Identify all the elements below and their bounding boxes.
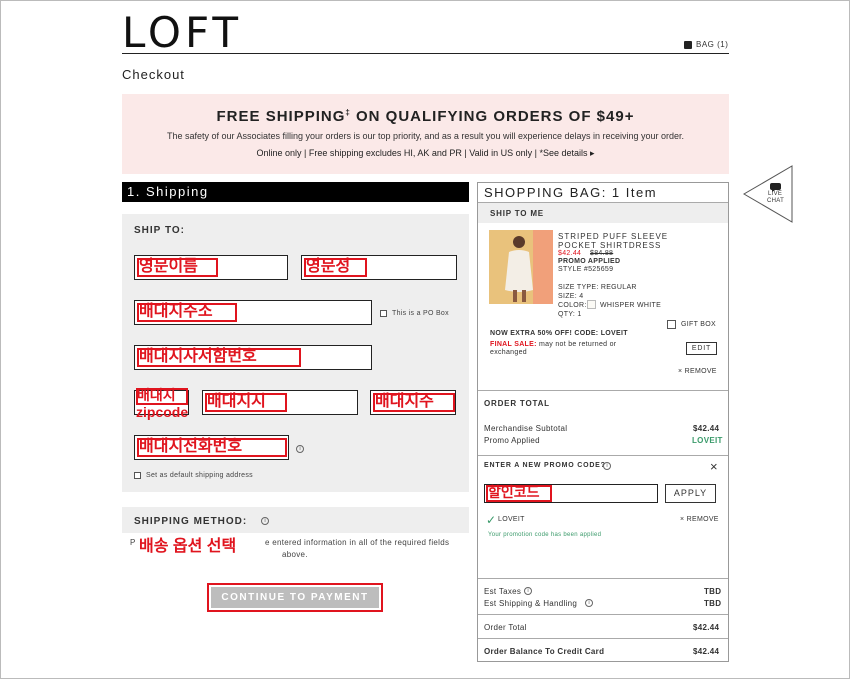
color-swatch — [587, 300, 596, 309]
original-price: $84.88 — [590, 250, 614, 257]
bag-icon — [684, 40, 692, 49]
check-icon: ✓ — [486, 513, 497, 527]
taxes-info-icon[interactable]: i — [524, 587, 532, 595]
balance-divider — [478, 638, 728, 639]
promo-applied-label: Promo Applied — [484, 436, 540, 445]
default-address-label: Set as default shipping address — [146, 472, 253, 479]
order-total-value: $42.44 — [693, 623, 720, 632]
banner-notice: The safety of our Associates filling you… — [166, 131, 685, 141]
banner-headline: FREE SHIPPING‡ ON QUALIFYING ORDERS OF $… — [216, 108, 635, 125]
live-chat-line1: LIVE — [768, 191, 783, 197]
final-sale-notice-2: exchanged — [490, 349, 527, 356]
po-box-checkbox[interactable] — [380, 310, 387, 317]
zip-annotation-line2: zipcode — [136, 404, 189, 420]
sale-price: $42.44 — [558, 250, 582, 257]
address-annotation: 배대지주소 — [139, 303, 213, 320]
promo-info-icon[interactable]: i — [603, 462, 611, 470]
promo-prompt: ENTER A NEW PROMO CODE? — [484, 462, 606, 469]
merch-subtotal-value: $42.44 — [693, 424, 720, 433]
shipping-method-annotation: 배송 옵션 선택 — [137, 538, 239, 556]
color-value: WHISPER WHITE — [600, 302, 662, 309]
balance-value: $42.44 — [693, 647, 720, 656]
order-total-heading: ORDER TOTAL — [484, 399, 550, 408]
promo-banner: FREE SHIPPING‡ ON QUALIFYING ORDERS OF $… — [122, 94, 729, 174]
final-sale-notice: FINAL SALE: may not be returned or — [490, 341, 617, 348]
banner-details-link[interactable]: Online only | Free shipping excludes HI,… — [122, 148, 729, 159]
header-divider — [122, 53, 729, 54]
suite-annotation: 배대지사서함번호 — [139, 348, 257, 365]
size-type: SIZE TYPE: REGULAR — [558, 284, 637, 291]
method-note-prefix: P — [130, 538, 136, 547]
default-address-checkbox[interactable] — [134, 472, 141, 479]
bag-label: BAG (1) — [696, 40, 729, 49]
est-shipping-label: Est Shipping & Handling — [484, 599, 578, 608]
applied-promo-code: LOVEIT — [498, 516, 525, 523]
zip-annotation-line1: 배대지 — [137, 387, 176, 403]
loft-logo[interactable]: LOFT — [122, 8, 242, 57]
last-name-annotation: 영문성 — [306, 258, 351, 275]
method-note: e entered information in all of the requ… — [265, 538, 450, 547]
promo-annotation: 할인코드 — [488, 484, 540, 500]
promo-applied-value: LOVEIT — [692, 436, 723, 445]
shipping-info-icon[interactable]: i — [585, 599, 593, 607]
shopping-bag-title: SHOPPING BAG: 1 Item — [484, 185, 658, 200]
promo-divider — [478, 455, 728, 456]
product-name-2[interactable]: POCKET SHIRTDRESS — [558, 241, 661, 250]
page-title: Checkout — [122, 67, 185, 82]
continue-to-payment-button[interactable]: CONTINUE TO PAYMENT — [207, 583, 383, 612]
promo-success-message: Your promotion code has been applied — [488, 532, 602, 538]
remove-item-button[interactable]: × REMOVE — [678, 368, 717, 375]
close-icon: × — [678, 368, 685, 375]
method-note-end: above. — [282, 550, 308, 559]
style-number: STYLE #525659 — [558, 266, 614, 273]
remove-promo-button[interactable]: × REMOVE — [680, 516, 719, 523]
first-name-annotation: 영문이름 — [139, 258, 198, 275]
ship-to-me-label: SHIP TO ME — [490, 209, 544, 218]
est-taxes-label: Est Taxes — [484, 587, 522, 596]
quantity: QTY: 1 — [558, 311, 582, 318]
order-total-divider — [478, 614, 728, 615]
merch-subtotal-label: Merchandise Subtotal — [484, 424, 568, 433]
product-name-1[interactable]: STRIPED PUFF SLEEVE — [558, 232, 668, 241]
live-chat-button[interactable]: LIVE CHAT — [742, 165, 794, 223]
gift-box-label: GIFT BOX — [681, 321, 716, 328]
phone-info-icon[interactable]: i — [296, 445, 304, 453]
shipping-method-label: SHIPPING METHOD: — [134, 516, 248, 527]
color-label: COLOR: — [558, 302, 587, 309]
item-divider — [478, 390, 728, 391]
close-icon: × — [680, 516, 687, 523]
live-chat-line2: CHAT — [767, 198, 785, 204]
extra-off-notice: NOW EXTRA 50% OFF! CODE: LOVEIT — [490, 330, 628, 337]
phone-annotation: 배대지전화번호 — [139, 438, 243, 455]
state-annotation: 배대지주 — [375, 393, 434, 410]
totals-divider — [478, 578, 728, 579]
bag-link[interactable]: BAG (1) — [684, 40, 728, 49]
continue-to-payment-label: CONTINUE TO PAYMENT — [211, 587, 379, 608]
order-total-label: Order Total — [484, 623, 527, 632]
product-image[interactable] — [489, 230, 553, 304]
shipping-method-info-icon[interactable]: i — [261, 517, 269, 525]
edit-item-button[interactable]: EDIT — [686, 342, 717, 355]
est-shipping-value: TBD — [704, 599, 722, 608]
ship-to-label: SHIP TO: — [134, 225, 185, 236]
promo-applied-tag: PROMO APPLIED — [558, 258, 621, 265]
est-taxes-value: TBD — [704, 587, 722, 596]
city-annotation: 배대지시 — [207, 393, 266, 410]
gift-box-checkbox[interactable] — [667, 320, 676, 329]
close-icon[interactable]: × — [710, 459, 718, 474]
size: SIZE: 4 — [558, 293, 584, 300]
balance-label: Order Balance To Credit Card — [484, 647, 605, 656]
apply-promo-button[interactable]: APPLY — [665, 484, 716, 503]
shipping-section-title: 1. Shipping — [122, 182, 469, 202]
po-box-label: This is a PO Box — [392, 310, 449, 317]
